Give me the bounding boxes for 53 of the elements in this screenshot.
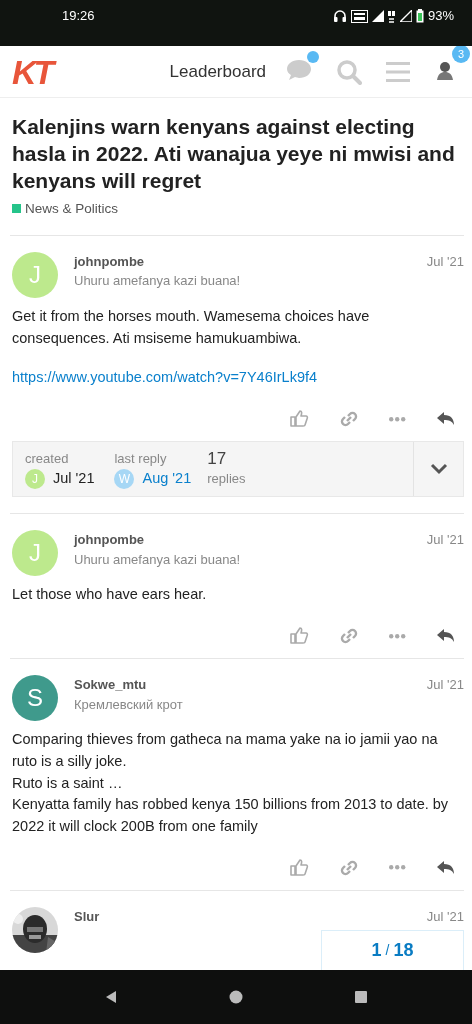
post-text: Kenyatta family has robbed kenya 150 billions from 2013 to date. by 2022 it will clock 200B from one family	[12, 795, 450, 837]
like-icon	[289, 626, 309, 647]
headphones-icon	[332, 9, 347, 23]
username[interactable]: johnpombe	[74, 530, 419, 550]
replies-count: 17	[207, 450, 228, 469]
username[interactable]: Slur	[74, 906, 419, 927]
menu-icon	[386, 60, 410, 83]
topic-title: Kalenjins warn kenyans against electing hasla in 2022. Ati wanajua yeye ni mwisi and kenyans will regret	[12, 114, 456, 194]
volte-icon	[350, 9, 368, 23]
network-4g-icon	[387, 9, 396, 23]
created-label: created	[25, 449, 70, 468]
user-title: Uhuru amefanya kazi buana!	[74, 272, 242, 291]
created-date: Jul '21	[53, 469, 95, 489]
user-avatar-icon	[434, 59, 456, 81]
chevron-down-icon	[429, 463, 448, 476]
progress-separator: /	[385, 941, 390, 960]
post-date: Jul '21	[426, 531, 464, 550]
more-icon	[389, 865, 406, 871]
notification-badge: 3	[452, 46, 470, 63]
recents-icon	[354, 990, 369, 1004]
progress-indicator[interactable]: 1 / 18	[321, 930, 464, 970]
search-icon	[336, 58, 362, 85]
like-icon	[289, 409, 309, 430]
post-text: Let those who have ears hear.	[12, 585, 208, 605]
more-icon	[389, 633, 406, 639]
avatar[interactable]: S	[12, 675, 58, 722]
battery-icon	[415, 9, 424, 23]
last-reply-label: last reply	[114, 449, 168, 468]
category-link[interactable]: News & Politics	[25, 198, 119, 219]
replies-label: replies	[207, 469, 246, 488]
current-post: 1	[371, 939, 382, 962]
post-date: Jul '21	[426, 252, 464, 271]
user-title: Uhuru amefanya kazi buana!	[74, 550, 242, 569]
post-text: Comparing thieves from gatheca na mama yake na io jamii yao na ruto is a silly joke.	[12, 730, 439, 771]
post-text: Ruto is a saint …	[12, 773, 124, 793]
signal-icon	[371, 10, 384, 22]
username[interactable]: Sokwe_mtu	[74, 675, 419, 695]
home-icon	[229, 990, 243, 1004]
signal-icon	[399, 10, 412, 22]
post-text: Get it from the horses mouth. Wamesema choices have consequences. Ati msiseme hamukuambiwa.	[12, 306, 371, 348]
post-date: Jul '21	[426, 676, 464, 695]
username[interactable]: johnpombe	[74, 251, 419, 272]
total-posts: 18	[393, 939, 414, 962]
nav-link[interactable]: Leaderboard	[169, 58, 266, 85]
last-reply-date[interactable]: Aug '21	[142, 468, 192, 490]
post-link[interactable]: https://www.youtube.com/watch?v=7Y46IrLk9f4	[12, 369, 318, 386]
battery-text: 93%	[427, 7, 454, 26]
more-icon	[389, 416, 406, 422]
chat-icon	[286, 58, 312, 82]
user-title: Кремлевский крот	[74, 695, 184, 714]
like-icon	[289, 857, 309, 878]
post-date: Jul '21	[426, 907, 464, 926]
clock-text: 19:26	[62, 7, 95, 26]
